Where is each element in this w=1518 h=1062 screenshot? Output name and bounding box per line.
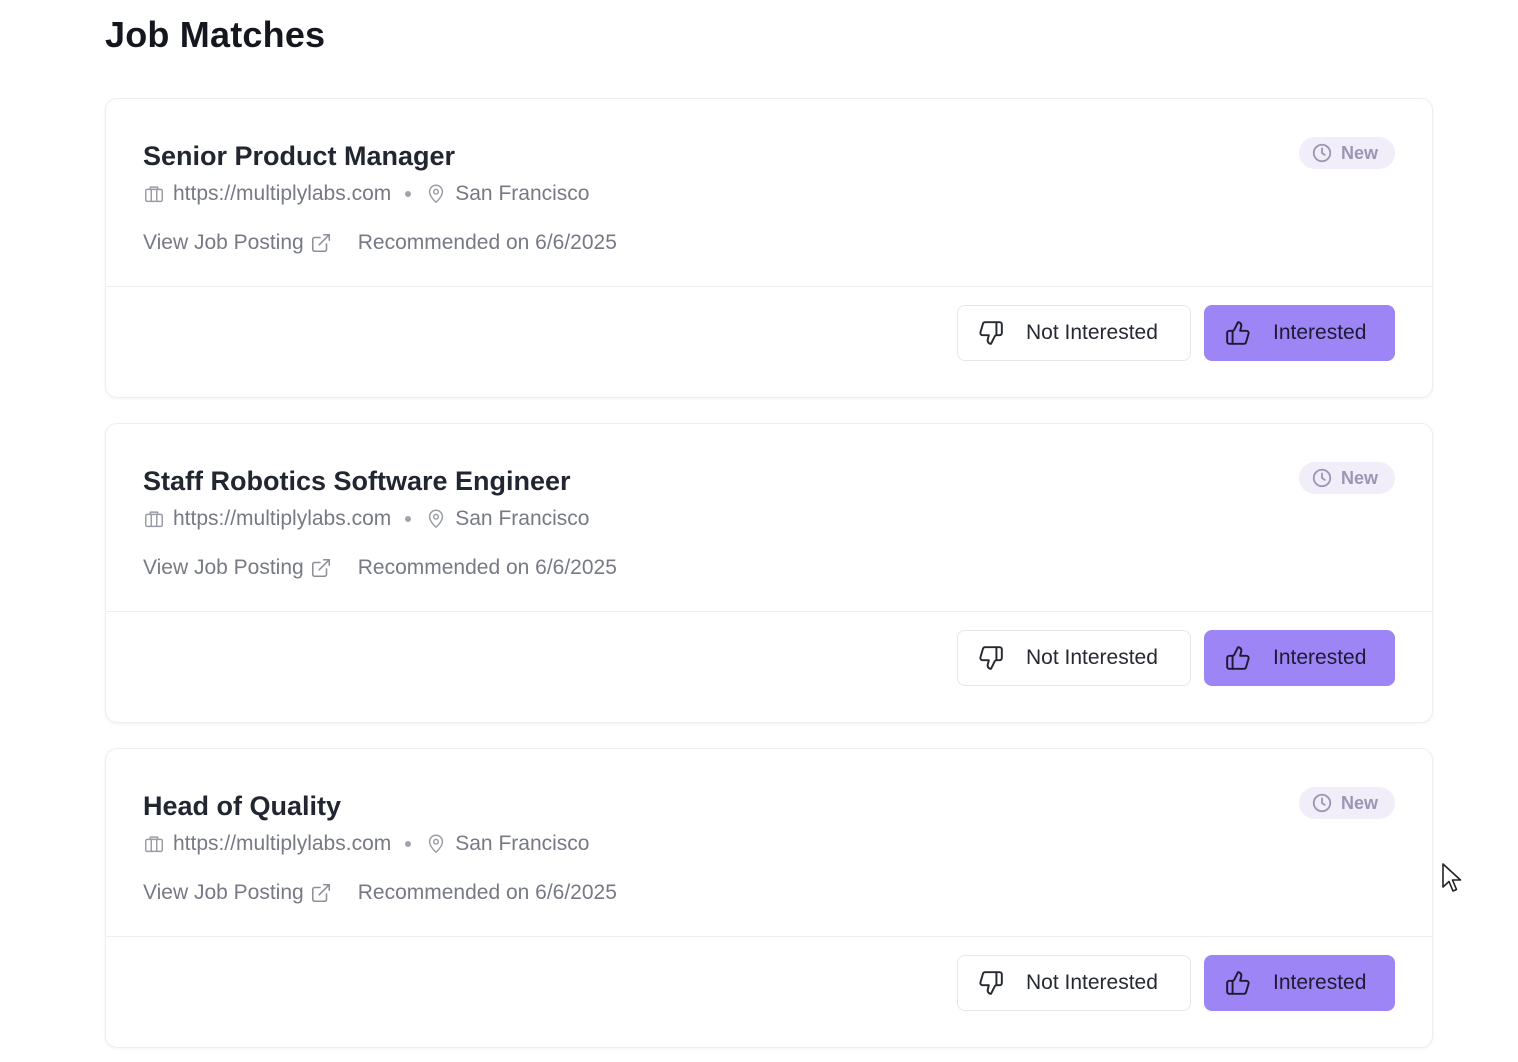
clock-icon (1311, 467, 1333, 489)
status-badge-label: New (1340, 142, 1378, 163)
thumbs-up-icon (1225, 645, 1251, 671)
interested-label: Interested (1273, 971, 1367, 994)
job-title: Senior Product Manager (143, 141, 456, 171)
job-location: San Francisco (455, 507, 590, 530)
company-url: https://multiplylabs.com (173, 182, 392, 205)
recommended-date: Recommended on 6/6/2025 (357, 881, 617, 904)
job-links-row: View Job Posting Recommended on 6/6/2025 (143, 556, 617, 580)
map-pin-icon (425, 833, 447, 855)
job-location: San Francisco (455, 182, 590, 205)
interested-button[interactable]: Interested (1204, 955, 1395, 1011)
mouse-cursor-icon (1441, 862, 1463, 894)
status-badge: New (1298, 137, 1395, 169)
job-card: Staff Robotics Software Engineer https:/… (105, 423, 1433, 723)
job-links-row: View Job Posting Recommended on 6/6/2025 (143, 881, 617, 905)
job-matches-page: Job Matches Senior Product Manager https… (0, 0, 1518, 1062)
building-icon (143, 833, 165, 855)
job-title: Head of Quality (143, 791, 342, 821)
page-title: Job Matches (105, 14, 326, 55)
map-pin-icon (425, 183, 447, 205)
job-list: Senior Product Manager https://multiplyl… (105, 98, 1433, 1062)
company-url: https://multiplylabs.com (173, 832, 392, 855)
not-interested-label: Not Interested (1026, 971, 1158, 994)
recommended-date: Recommended on 6/6/2025 (357, 231, 617, 254)
job-card-actions: Not Interested Interested (957, 955, 1395, 1011)
external-link-icon (310, 882, 332, 904)
building-icon (143, 508, 165, 530)
thumbs-down-icon (978, 645, 1004, 671)
separator-dot (405, 191, 412, 197)
view-job-posting-label: View Job Posting (143, 231, 304, 254)
view-job-posting-link[interactable]: View Job Posting (143, 231, 332, 255)
not-interested-button[interactable]: Not Interested (957, 305, 1191, 361)
job-card: Head of Quality https://multiplylabs.com… (105, 748, 1433, 1048)
job-card-details: Head of Quality https://multiplylabs.com… (106, 749, 1432, 937)
interested-label: Interested (1273, 646, 1367, 669)
thumbs-down-icon (978, 970, 1004, 996)
view-job-posting-label: View Job Posting (143, 881, 304, 904)
job-location: San Francisco (455, 832, 590, 855)
not-interested-label: Not Interested (1026, 321, 1158, 344)
status-badge-label: New (1340, 792, 1378, 813)
job-card-actions: Not Interested Interested (957, 630, 1395, 686)
job-card-details: Senior Product Manager https://multiplyl… (106, 99, 1432, 287)
separator-dot (405, 516, 412, 522)
thumbs-up-icon (1225, 970, 1251, 996)
view-job-posting-link[interactable]: View Job Posting (143, 556, 332, 580)
status-badge-label: New (1340, 467, 1378, 488)
thumbs-up-icon (1225, 320, 1251, 346)
job-card: Senior Product Manager https://multiplyl… (105, 98, 1433, 398)
external-link-icon (310, 557, 332, 579)
interested-button[interactable]: Interested (1204, 630, 1395, 686)
job-meta-row: https://multiplylabs.com San Francisco (143, 507, 589, 531)
map-pin-icon (425, 508, 447, 530)
view-job-posting-label: View Job Posting (143, 556, 304, 579)
status-badge: New (1298, 787, 1395, 819)
external-link-icon (310, 232, 332, 254)
interested-button[interactable]: Interested (1204, 305, 1395, 361)
not-interested-button[interactable]: Not Interested (957, 630, 1191, 686)
status-badge: New (1298, 462, 1395, 494)
job-meta-row: https://multiplylabs.com San Francisco (143, 182, 589, 206)
job-card-details: Staff Robotics Software Engineer https:/… (106, 424, 1432, 612)
company-url: https://multiplylabs.com (173, 507, 392, 530)
clock-icon (1311, 792, 1333, 814)
job-meta-row: https://multiplylabs.com San Francisco (143, 832, 589, 856)
job-links-row: View Job Posting Recommended on 6/6/2025 (143, 231, 617, 255)
building-icon (143, 183, 165, 205)
view-job-posting-link[interactable]: View Job Posting (143, 881, 332, 905)
not-interested-button[interactable]: Not Interested (957, 955, 1191, 1011)
not-interested-label: Not Interested (1026, 646, 1158, 669)
recommended-date: Recommended on 6/6/2025 (357, 556, 617, 579)
clock-icon (1311, 142, 1333, 164)
interested-label: Interested (1273, 321, 1367, 344)
job-card-actions: Not Interested Interested (957, 305, 1395, 361)
thumbs-down-icon (978, 320, 1004, 346)
separator-dot (405, 841, 412, 847)
job-title: Staff Robotics Software Engineer (143, 466, 571, 496)
